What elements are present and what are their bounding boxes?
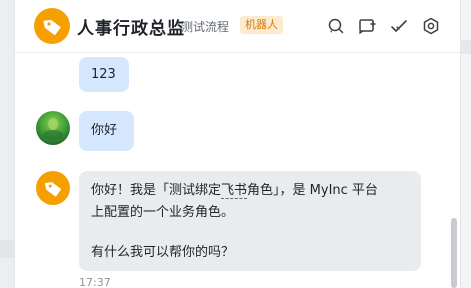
message-text: 角色」，是 MyInc 平台 [247, 183, 378, 198]
role-link[interactable]: 飞书 [221, 183, 248, 199]
message-bubble[interactable]: 123 [79, 57, 129, 92]
message-text: 你好 [91, 123, 118, 138]
bot-avatar[interactable] [34, 8, 70, 44]
bot-message-bubble[interactable]: 你好！我是「测试绑定飞书角色」，是 MyInc 平台 上配置的一个业务角色。 有… [79, 171, 421, 271]
left-panel-notch [0, 240, 14, 258]
user-avatar[interactable] [36, 111, 70, 145]
tag-icon [43, 19, 61, 36]
tag-icon [44, 182, 62, 197]
bot-avatar[interactable] [36, 171, 70, 205]
message-text: 123 [91, 67, 116, 82]
add-window-icon[interactable] [356, 15, 378, 37]
message-line: 你好！我是「测试绑定飞书角色」，是 MyInc 平台 [91, 181, 378, 201]
chat-window: 人事行政总监 测试流程 机器人 123 你好 你好！我是「测试绑定飞书角色」，是… [14, 0, 461, 288]
scrollbar-thumb[interactable] [451, 218, 457, 288]
chat-title: 人事行政总监 [77, 19, 185, 39]
bot-badge: 机器人 [240, 16, 283, 34]
message-line: 上配置的一个业务角色。 [91, 205, 235, 220]
message-timestamp: 17:37 [79, 276, 111, 288]
right-panel-edge [460, 0, 471, 288]
chat-header: 人事行政总监 测试流程 机器人 [15, 0, 460, 53]
right-panel-notch [460, 40, 471, 54]
message-line: 有什么我可以帮你的吗？ [91, 245, 235, 260]
search-icon[interactable] [325, 15, 347, 37]
check-icon[interactable] [388, 15, 410, 37]
left-panel-edge [0, 0, 14, 288]
message-text: 你好！我是「测试绑定 [91, 183, 222, 198]
chat-subtitle: 测试流程 [181, 20, 230, 34]
settings-icon[interactable] [420, 15, 442, 37]
message-bubble[interactable]: 你好 [79, 111, 134, 151]
